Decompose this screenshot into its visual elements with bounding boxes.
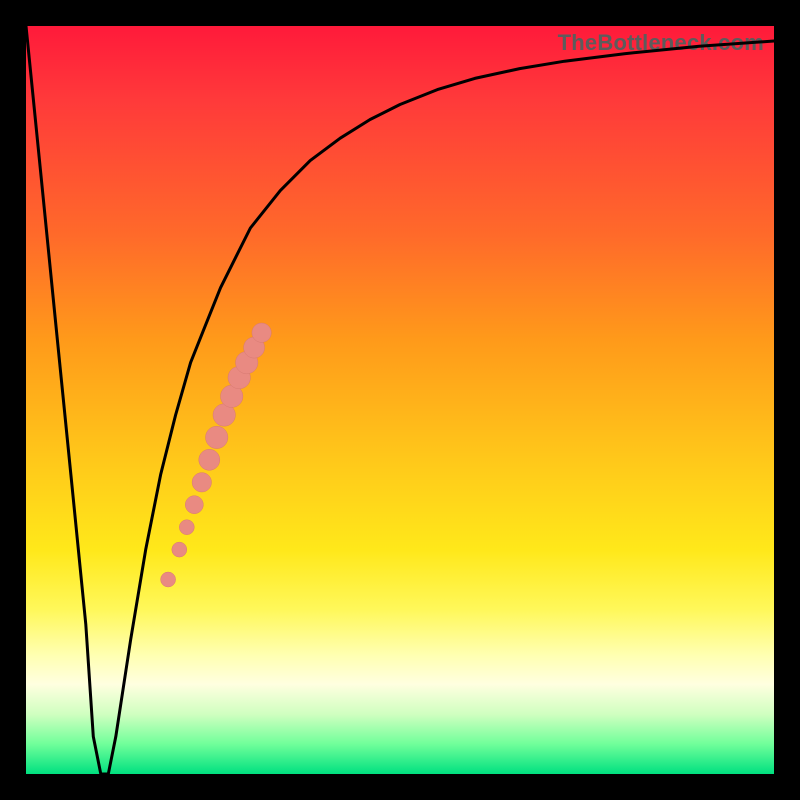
curve-marker [252,323,271,342]
curve-marker [192,473,211,492]
plot-area: TheBottleneck.com [26,26,774,774]
curve-markers [161,323,272,587]
curve-marker [199,449,220,470]
bottleneck-curve [26,26,774,774]
curve-marker [206,426,228,448]
curve-marker [172,542,187,557]
curve-marker [185,496,203,514]
curve-marker [179,520,194,535]
chart-frame: TheBottleneck.com [0,0,800,800]
curve-marker [161,572,176,587]
chart-svg [26,26,774,774]
